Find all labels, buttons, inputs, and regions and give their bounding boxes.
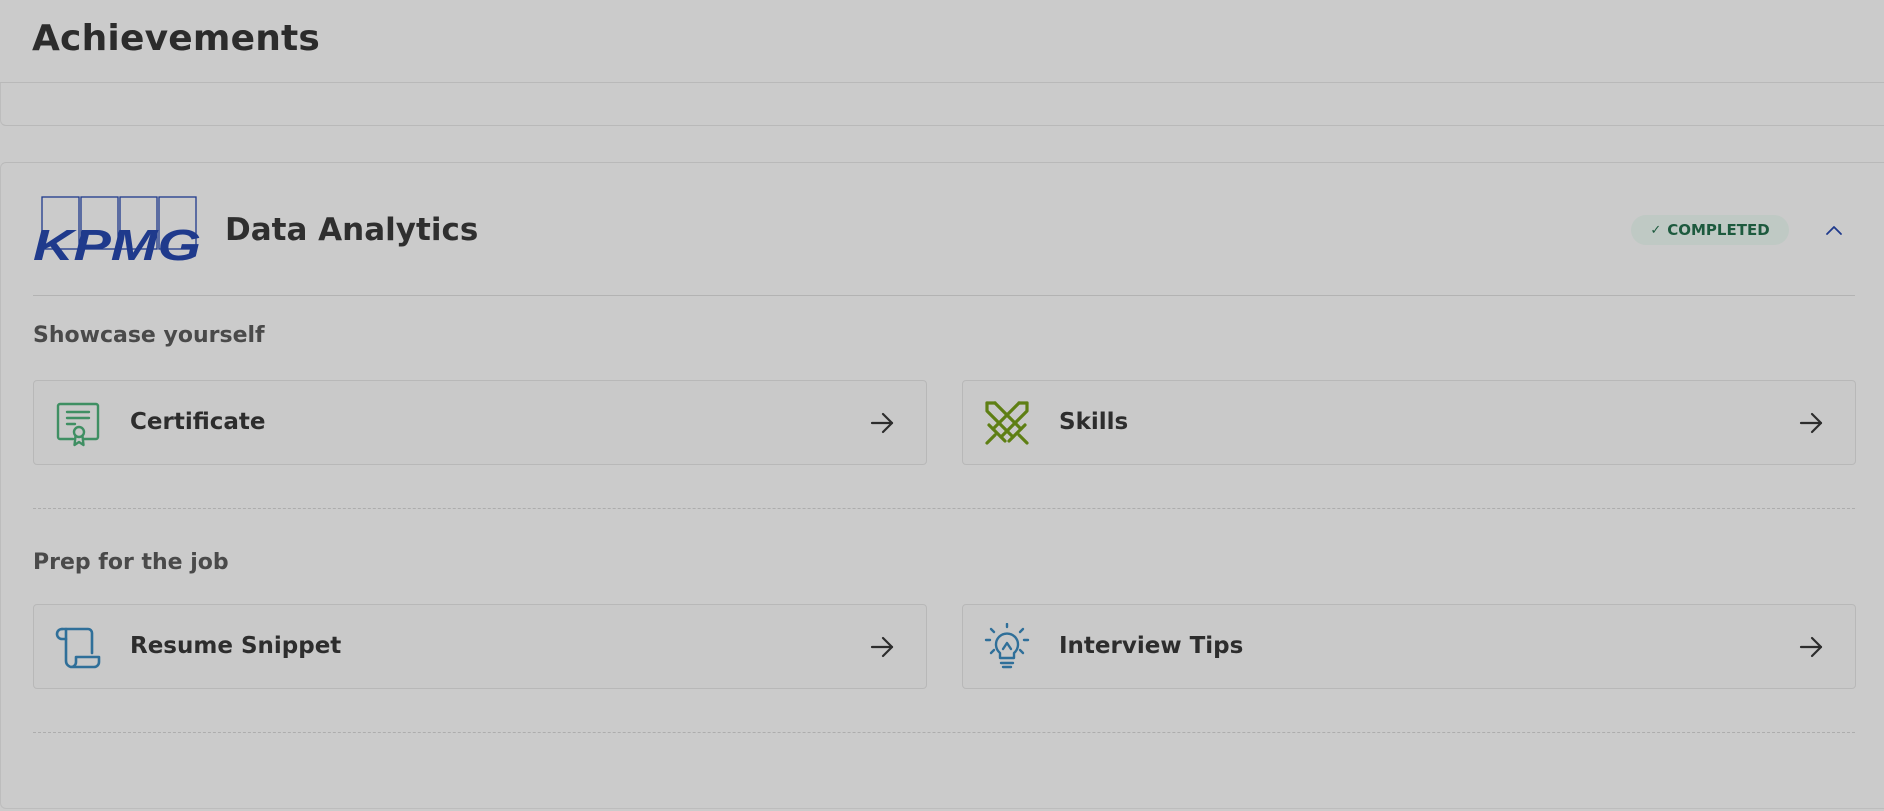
certificate-icon xyxy=(56,402,100,447)
certificate-label: Certificate xyxy=(130,409,266,435)
page-header: Achievements xyxy=(0,0,1884,83)
lightbulb-icon xyxy=(984,623,1030,669)
resume-snippet-button[interactable]: Resume Snippet xyxy=(33,604,927,689)
status-badge-label: COMPLETED xyxy=(1667,221,1770,239)
section-divider xyxy=(33,732,1855,733)
arrow-right-icon xyxy=(1799,636,1823,658)
header-divider xyxy=(33,295,1855,296)
kpmg-logo: KPMG xyxy=(33,196,201,262)
course-header[interactable]: KPMG Data Analytics ✓ COMPLETED xyxy=(33,196,1855,262)
resume-snippet-label: Resume Snippet xyxy=(130,633,342,659)
status-badge: ✓ COMPLETED xyxy=(1631,215,1789,245)
achievements-page: Achievements KPMG Data Analytics ✓ COMPL… xyxy=(0,0,1884,811)
skills-button[interactable]: Skills xyxy=(962,380,1856,465)
kpmg-logo-text: KPMG xyxy=(33,221,201,262)
section-heading-showcase: Showcase yourself xyxy=(33,323,265,348)
scroll-icon xyxy=(55,627,101,669)
crossed-swords-icon xyxy=(985,401,1029,445)
interview-tips-button[interactable]: Interview Tips xyxy=(962,604,1856,689)
arrow-right-icon xyxy=(1799,412,1823,434)
interview-tips-label: Interview Tips xyxy=(1059,633,1244,659)
page-title: Achievements xyxy=(32,18,321,59)
course-achievement-card: KPMG Data Analytics ✓ COMPLETED Showcase… xyxy=(0,162,1884,809)
arrow-right-icon xyxy=(870,636,894,658)
section-divider xyxy=(33,508,1855,509)
collapse-button[interactable] xyxy=(1821,218,1847,242)
course-title: Data Analytics xyxy=(225,212,479,248)
empty-panel xyxy=(0,83,1884,126)
skills-label: Skills xyxy=(1059,409,1129,435)
check-icon: ✓ xyxy=(1650,222,1662,238)
section-heading-prep: Prep for the job xyxy=(33,550,229,575)
arrow-right-icon xyxy=(870,412,894,434)
certificate-button[interactable]: Certificate xyxy=(33,380,927,465)
chevron-up-icon xyxy=(1826,226,1842,235)
